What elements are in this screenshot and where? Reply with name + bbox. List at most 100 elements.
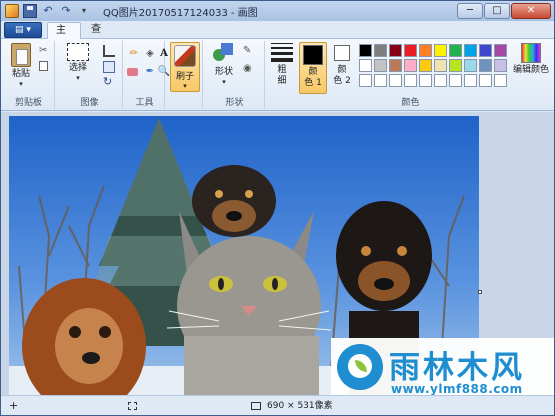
palette-swatch[interactable] xyxy=(404,59,417,72)
color2-label-line1: 颜 xyxy=(337,65,347,75)
palette-swatch[interactable] xyxy=(434,44,447,57)
eraser-icon[interactable] xyxy=(127,68,138,76)
colors-group: 粗 细 颜 色 1 颜 色 2 编辑颜色 颜色 xyxy=(267,41,554,109)
resize-icon[interactable] xyxy=(103,61,115,73)
window-title: QQ图片20170517124033 - 画图 xyxy=(103,7,258,19)
shape-outline-icon[interactable]: ✎ xyxy=(243,45,255,57)
palette-swatch[interactable] xyxy=(359,44,372,57)
shape-fill-icon[interactable]: ◉ xyxy=(243,63,255,75)
minimize-button[interactable]: ─ xyxy=(457,3,483,19)
tab-view[interactable]: 查看 xyxy=(83,22,117,51)
shapes-dropdown-icon[interactable]: ▾ xyxy=(207,78,241,86)
color1-button[interactable]: 颜 色 1 xyxy=(299,42,327,94)
palette-swatch[interactable] xyxy=(449,74,462,87)
palette-swatch[interactable] xyxy=(494,59,507,72)
palette-swatch[interactable] xyxy=(449,59,462,72)
color2-label-line2: 色 2 xyxy=(333,76,351,86)
pencil-icon[interactable]: ✏ xyxy=(127,47,141,61)
tab-home[interactable]: 主页 xyxy=(47,22,81,52)
maximize-button[interactable]: □ xyxy=(484,3,510,19)
clipboard-group: 粘贴 ▾ ✂ 剪贴板 xyxy=(3,41,55,109)
palette-swatch[interactable] xyxy=(464,74,477,87)
customize-quick-access-icon[interactable]: ▾ xyxy=(77,4,91,18)
palette-swatch[interactable] xyxy=(419,74,432,87)
watermark-url: www.ylmf888.com xyxy=(391,382,523,396)
palette-swatch[interactable] xyxy=(494,44,507,57)
colors-group-label: 颜色 xyxy=(401,98,420,108)
cursor-position-icon: + xyxy=(9,399,19,412)
palette-swatch[interactable] xyxy=(389,59,402,72)
color1-label-line1: 颜 xyxy=(308,67,318,77)
paint-app-icon[interactable] xyxy=(5,4,19,18)
palette-swatch[interactable] xyxy=(374,44,387,57)
fill-bucket-icon[interactable]: ◈ xyxy=(143,47,157,61)
brush-label: 刷子 xyxy=(175,72,194,82)
color-spectrum-icon xyxy=(521,43,541,63)
image-group: 选择 ▾ ↻ 图像 xyxy=(57,41,123,109)
paint-window: ↶ ↷ ▾ QQ图片20170517124033 - 画图 ─ □ ✕ ▤ ▾ … xyxy=(0,0,555,416)
close-button[interactable]: ✕ xyxy=(511,3,551,19)
tools-group-label: 工具 xyxy=(135,98,154,108)
copy-icon[interactable] xyxy=(39,61,48,71)
select-dropdown-icon[interactable]: ▾ xyxy=(61,74,95,82)
palette-swatch[interactable] xyxy=(464,59,477,72)
palette-swatch[interactable] xyxy=(389,74,402,87)
image-dimensions-text: 690 × 531像素 xyxy=(267,401,333,411)
color1-label-line2: 色 1 xyxy=(304,78,322,88)
redo-icon[interactable]: ↷ xyxy=(59,4,73,18)
shapes-group: 形状 ▾ ✎ ◉ 形状 xyxy=(205,41,265,109)
crop-icon[interactable] xyxy=(103,45,115,57)
shapes-icon xyxy=(213,43,235,65)
rotate-icon[interactable]: ↻ xyxy=(103,76,115,88)
edit-colors-button[interactable]: 编辑颜色 xyxy=(509,43,553,76)
palette-swatch[interactable] xyxy=(419,44,432,57)
cut-icon[interactable]: ✂ xyxy=(39,45,51,57)
tools-group: ✏ ◈ A ✒ 🔍 工具 xyxy=(125,41,170,109)
color-palette xyxy=(359,44,507,87)
paste-icon xyxy=(11,43,31,67)
watermark-title: 雨林木风 xyxy=(389,350,525,386)
palette-swatch[interactable] xyxy=(374,59,387,72)
image-size-icon xyxy=(251,402,261,410)
file-menu-button[interactable]: ▤ ▾ xyxy=(4,22,42,38)
palette-swatch[interactable] xyxy=(449,44,462,57)
palette-swatch[interactable] xyxy=(494,74,507,87)
color2-button[interactable]: 颜 色 2 xyxy=(329,43,355,87)
watermark-emblem-icon xyxy=(337,344,383,390)
image-dimensions: 690 × 531像素 xyxy=(251,399,333,413)
color2-swatch xyxy=(334,45,350,61)
color1-swatch xyxy=(303,45,323,65)
brush-icon xyxy=(174,45,196,67)
palette-swatch[interactable] xyxy=(434,74,447,87)
palette-swatch[interactable] xyxy=(479,44,492,57)
brush-button[interactable]: 刷子 ▾ xyxy=(170,42,200,92)
palette-swatch[interactable] xyxy=(464,44,477,57)
paste-label: 粘贴 xyxy=(11,69,30,79)
paste-dropdown-icon[interactable]: ▾ xyxy=(7,80,35,88)
shapes-group-label: 形状 xyxy=(225,98,244,108)
select-button[interactable]: 选择 ▾ xyxy=(61,43,95,82)
image-group-label: 图像 xyxy=(80,98,99,108)
palette-swatch[interactable] xyxy=(374,74,387,87)
palette-swatch[interactable] xyxy=(479,74,492,87)
clipboard-group-label: 剪贴板 xyxy=(14,98,42,108)
save-icon[interactable] xyxy=(23,4,37,18)
color-picker-icon[interactable]: ✒ xyxy=(143,65,157,79)
palette-swatch[interactable] xyxy=(389,44,402,57)
watermark-logo: 雨林木风 www.ylmf888.com xyxy=(331,338,554,401)
palette-swatch[interactable] xyxy=(419,59,432,72)
palette-swatch[interactable] xyxy=(434,59,447,72)
brush-dropdown-icon[interactable]: ▾ xyxy=(171,82,199,90)
canvas-resize-handle[interactable] xyxy=(478,290,482,294)
palette-swatch[interactable] xyxy=(359,59,372,72)
palette-swatch[interactable] xyxy=(404,44,417,57)
paste-button[interactable]: 粘贴 ▾ xyxy=(7,43,35,88)
title-bar: ↶ ↷ ▾ QQ图片20170517124033 - 画图 ─ □ ✕ xyxy=(1,1,554,21)
palette-swatch[interactable] xyxy=(479,59,492,72)
size-label-line1: 粗 xyxy=(277,65,287,75)
undo-icon[interactable]: ↶ xyxy=(41,4,55,18)
shapes-button[interactable]: 形状 ▾ xyxy=(207,43,241,86)
palette-swatch[interactable] xyxy=(404,74,417,87)
size-button[interactable]: 粗 细 xyxy=(267,43,297,87)
palette-swatch[interactable] xyxy=(359,74,372,87)
